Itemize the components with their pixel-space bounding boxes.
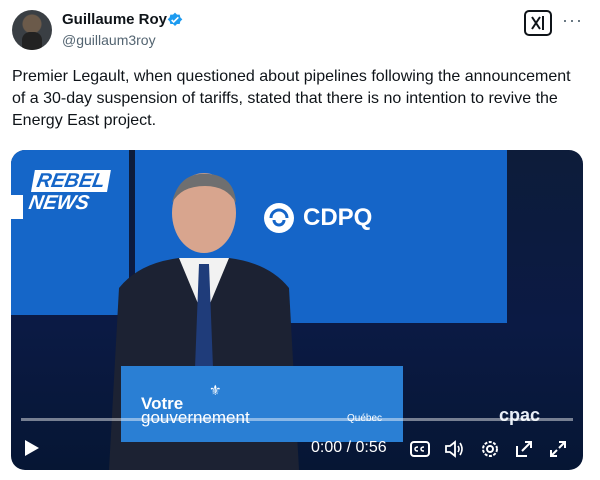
pip-icon[interactable] bbox=[513, 438, 535, 460]
author-handle[interactable]: @guillaum3roy bbox=[62, 32, 156, 48]
cdpq-text: CDPQ bbox=[303, 204, 373, 231]
cpac-watermark: cpac bbox=[499, 405, 541, 425]
fullscreen-icon[interactable] bbox=[547, 438, 569, 460]
settings-icon[interactable] bbox=[479, 438, 501, 460]
rebel-side-mark bbox=[11, 195, 23, 219]
news-word: NEWS bbox=[27, 192, 92, 214]
rebel-news-logo: REBEL NEWS bbox=[27, 170, 111, 214]
cc-icon[interactable] bbox=[409, 438, 431, 460]
play-icon[interactable] bbox=[25, 440, 39, 456]
author-name[interactable]: Guillaume Roy bbox=[62, 11, 167, 28]
rebel-word: REBEL bbox=[31, 170, 111, 192]
grok-glyph-icon bbox=[531, 16, 544, 30]
tweet-text: Premier Legault, when questioned about p… bbox=[12, 68, 571, 129]
volume-icon[interactable] bbox=[443, 438, 465, 460]
video-player[interactable]: REBEL NEWS CDPQ ⚜ Votre gouvernement Qué… bbox=[11, 150, 583, 470]
avatar[interactable] bbox=[12, 10, 52, 50]
fleur-de-lis-icon: ⚜ bbox=[209, 382, 222, 398]
verified-icon bbox=[167, 12, 183, 26]
video-controls: 0:00 / 0:56 bbox=[11, 430, 583, 470]
video-progress-bar[interactable] bbox=[21, 418, 573, 421]
more-icon[interactable]: ··· bbox=[562, 10, 583, 31]
grok-icon[interactable] bbox=[524, 10, 552, 36]
video-time: 0:00 / 0:56 bbox=[311, 439, 387, 456]
